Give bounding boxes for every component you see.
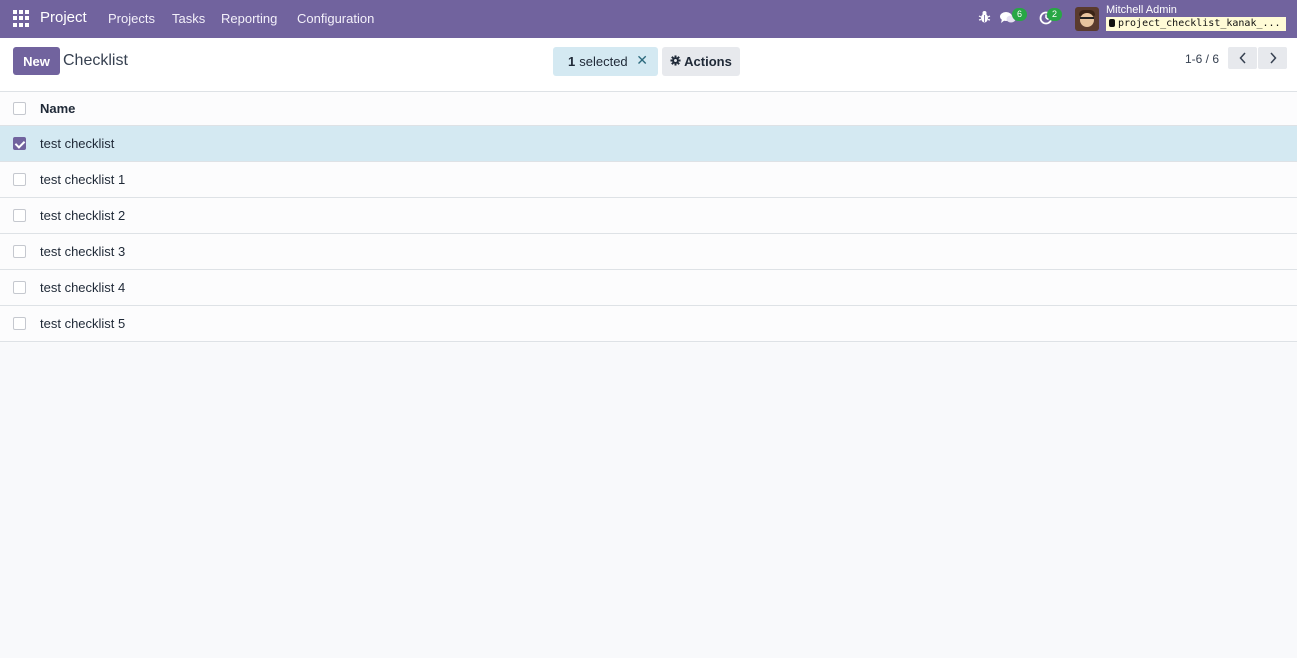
list-empty-area <box>0 343 1297 658</box>
user-name[interactable]: Mitchell Admin <box>1106 4 1177 16</box>
menu-item-reporting[interactable]: Reporting <box>221 11 277 26</box>
table-row[interactable]: test checklist 5 <box>0 306 1297 342</box>
new-button[interactable]: New <box>13 47 60 75</box>
pager-next-button[interactable] <box>1258 47 1287 69</box>
top-navbar: Project Projects Tasks Reporting Configu… <box>0 0 1297 38</box>
database-name: project_checklist_kanak_... <box>1118 18 1281 29</box>
messages-badge: 6 <box>1012 8 1027 21</box>
pager-previous-button[interactable] <box>1228 47 1257 69</box>
row-checkbox[interactable] <box>13 209 26 222</box>
pager-value[interactable]: 1-6 / 6 <box>1185 52 1219 66</box>
apps-grid-icon[interactable] <box>13 10 30 27</box>
table-row[interactable]: test checklist 3 <box>0 234 1297 270</box>
clear-selection-icon[interactable]: ✕ <box>636 52 648 69</box>
activities-badge: 2 <box>1047 8 1062 21</box>
list-view: Name test checklist test checklist 1 tes… <box>0 92 1297 342</box>
list-header: Name <box>0 92 1297 126</box>
table-row[interactable]: test checklist <box>0 126 1297 162</box>
row-name[interactable]: test checklist 3 <box>40 244 125 259</box>
select-all-checkbox[interactable] <box>13 102 26 115</box>
row-checkbox[interactable] <box>13 137 26 150</box>
menu-item-tasks[interactable]: Tasks <box>172 11 205 26</box>
selection-indicator: 1 selected ✕ <box>553 47 658 76</box>
page-title: Checklist <box>63 52 128 69</box>
chevron-right-icon <box>1269 52 1277 64</box>
row-checkbox[interactable] <box>13 281 26 294</box>
row-name[interactable]: test checklist 5 <box>40 316 125 331</box>
bug-icon[interactable] <box>978 10 991 27</box>
menu-item-configuration[interactable]: Configuration <box>297 11 374 26</box>
table-row[interactable]: test checklist 1 <box>0 162 1297 198</box>
row-name[interactable]: test checklist 4 <box>40 280 125 295</box>
control-panel: New Checklist 1 selected ✕ Actions 1-6 /… <box>0 38 1297 92</box>
row-checkbox[interactable] <box>13 245 26 258</box>
actions-button[interactable]: Actions <box>662 47 740 76</box>
row-name[interactable]: test checklist 2 <box>40 208 125 223</box>
row-name[interactable]: test checklist 1 <box>40 172 125 187</box>
avatar[interactable] <box>1075 7 1099 31</box>
gear-icon <box>670 54 681 69</box>
menu-item-projects[interactable]: Projects <box>108 11 155 26</box>
database-selector[interactable]: project_checklist_kanak_... <box>1106 17 1286 31</box>
selected-count: 1 <box>568 54 576 69</box>
table-row[interactable]: test checklist 2 <box>0 198 1297 234</box>
actions-label: Actions <box>684 54 732 69</box>
table-row[interactable]: test checklist 4 <box>0 270 1297 306</box>
database-icon <box>1109 19 1115 27</box>
selected-label: selected <box>579 54 628 69</box>
row-name[interactable]: test checklist <box>40 136 114 151</box>
column-header-name[interactable]: Name <box>40 101 75 116</box>
chevron-left-icon <box>1238 52 1246 64</box>
row-checkbox[interactable] <box>13 173 26 186</box>
app-brand[interactable]: Project <box>40 9 87 26</box>
row-checkbox[interactable] <box>13 317 26 330</box>
